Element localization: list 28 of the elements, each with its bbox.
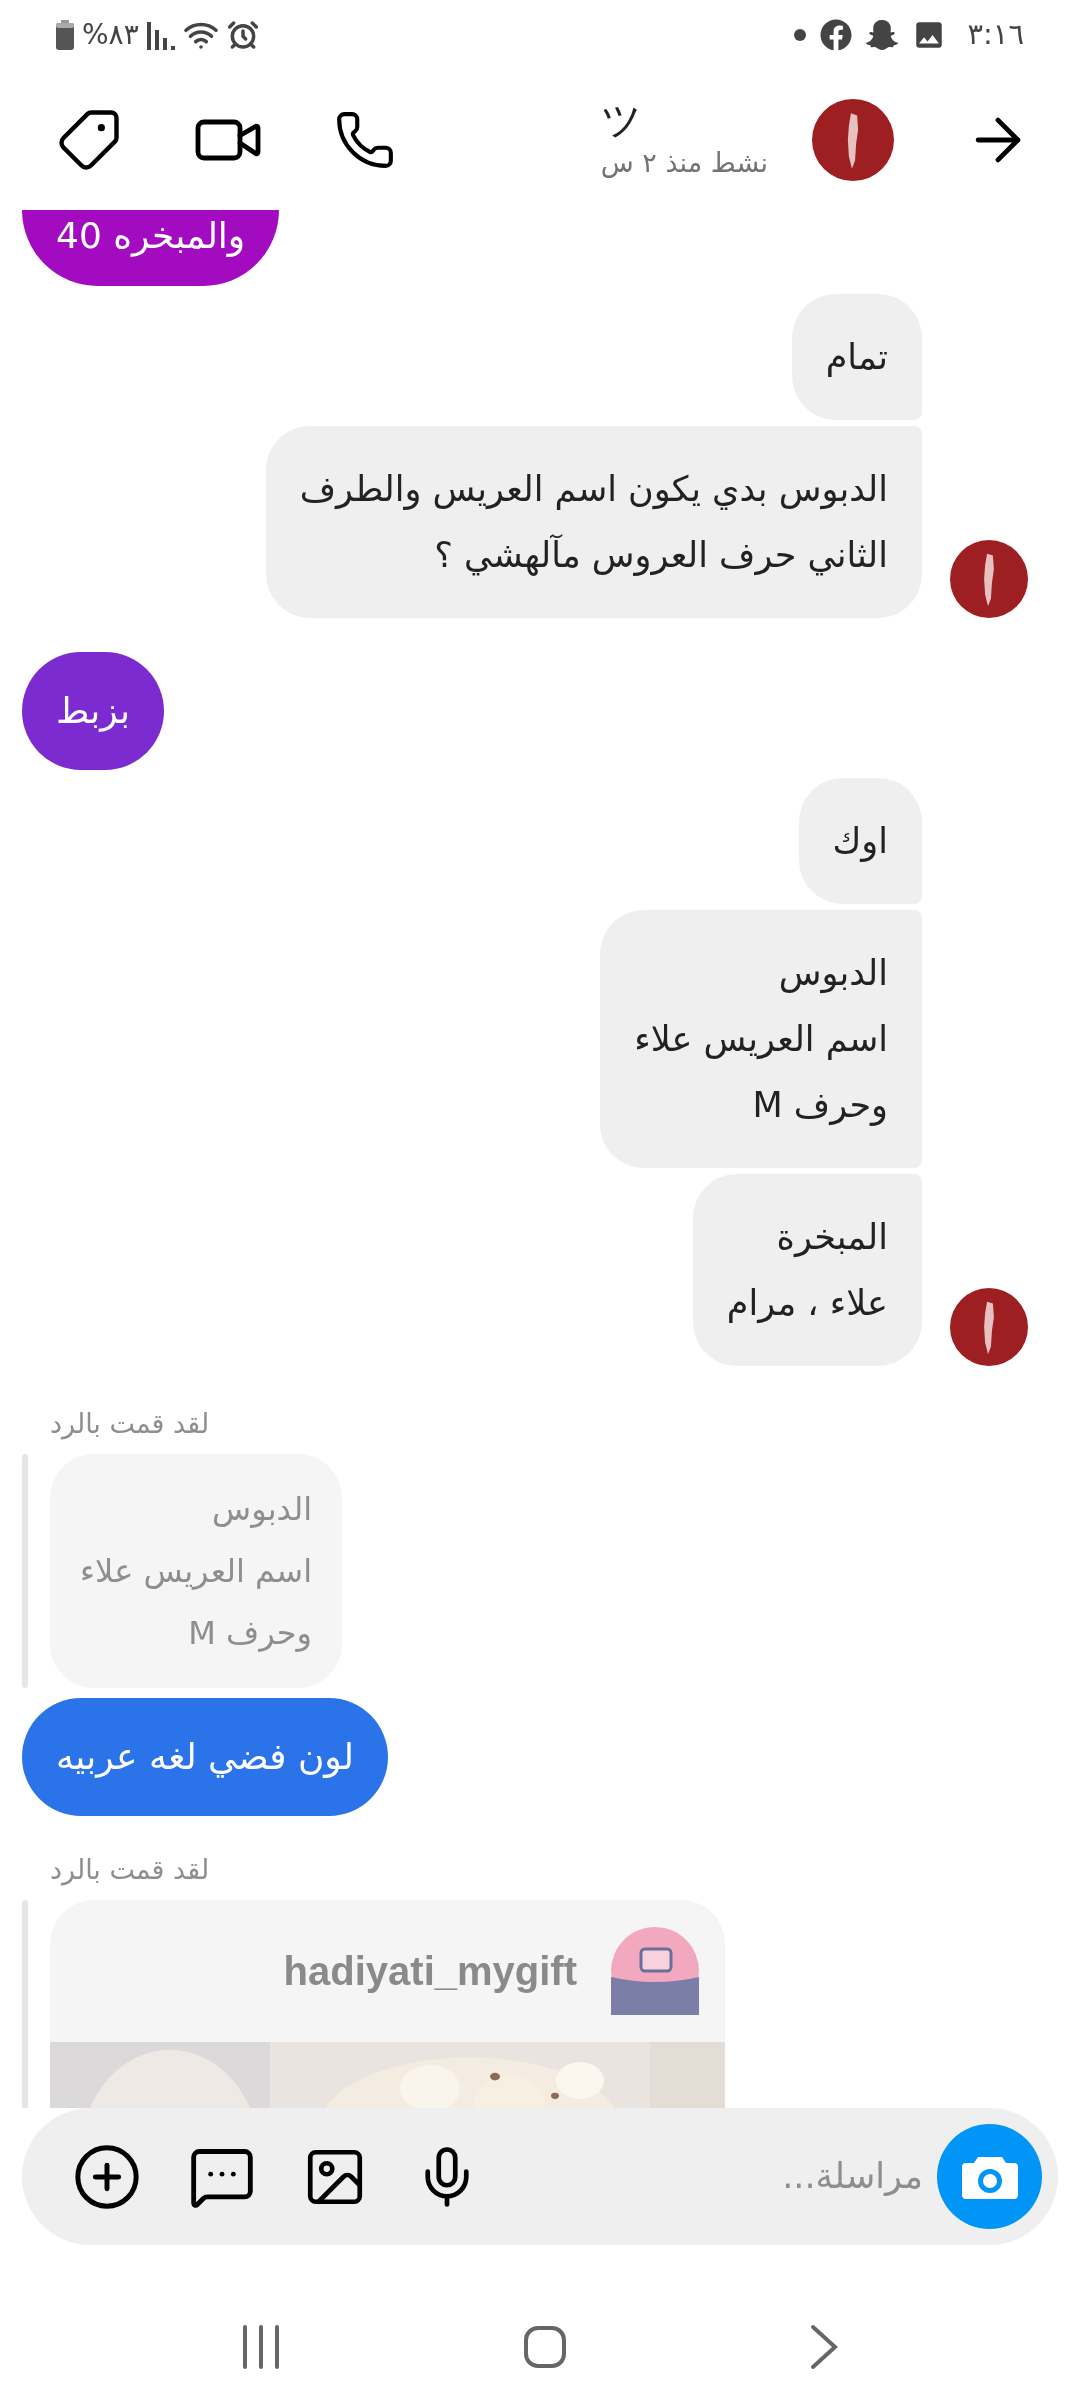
activity-status: نشط منذ ٢ س — [600, 146, 768, 180]
quoted-message: الدبوس اسم العريس علاء وحرف M — [50, 1454, 342, 1688]
back-nav-button[interactable] — [809, 2323, 839, 2370]
shared-post-card[interactable]: hadiyati_mygift — [50, 1900, 725, 2108]
call-button[interactable] — [334, 109, 396, 171]
message-bubble: والمبخره 40 — [22, 210, 280, 286]
facebook-icon — [819, 19, 852, 51]
home-button[interactable] — [523, 2324, 567, 2369]
message-input[interactable]: مراسلة... — [503, 2150, 923, 2203]
message-bubble: لون فضي لغه عربيه — [22, 1698, 388, 1816]
ghost-icon — [865, 19, 898, 51]
contact-name: ツ — [600, 97, 642, 143]
message-bubble: بزبط — [22, 652, 165, 770]
clock-time: ٣:١٦ — [967, 16, 1024, 54]
message-bubble: الدبوس اسم العريس علاء وحرف M — [600, 910, 922, 1168]
message-bubble: اوك — [798, 778, 922, 904]
reply-label: لقد قمت بالرد — [49, 1853, 210, 1888]
battery-icon — [56, 20, 74, 50]
post-username: hadiyati_mygift — [283, 1948, 577, 1995]
recent-apps-button[interactable] — [241, 2324, 281, 2369]
message-bubble: الدبوس بدي يكون اسم العريس والطرف الثاني حرف العروس مآلهشي ؟ — [265, 426, 922, 618]
alarm-icon — [226, 19, 259, 51]
message-bubble: تمام — [791, 294, 922, 420]
reply-label: لقد قمت بالرد — [49, 1407, 210, 1442]
signal-icon — [146, 20, 175, 50]
battery-level: %٨٣ — [82, 17, 139, 53]
tag-button[interactable] — [56, 107, 122, 173]
message-bubble: المبخرة علاء ، مرام — [692, 1174, 922, 1366]
